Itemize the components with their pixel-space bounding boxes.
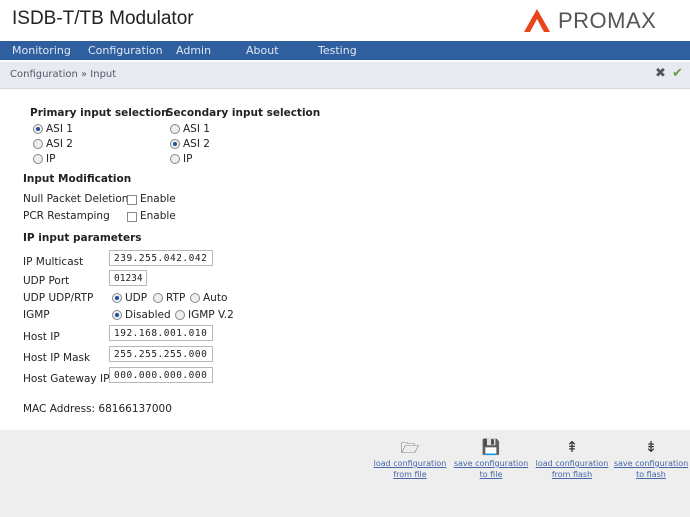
host-ip-mask-input[interactable]: 255.255.255.000 — [109, 346, 213, 362]
secondary-ip-label: IP — [183, 153, 193, 165]
action-footer: 🗁 load configuration from file 💾 save co… — [0, 430, 690, 517]
folder-open-icon: 🗁 — [400, 439, 420, 457]
null-packet-checkbox[interactable] — [127, 195, 137, 205]
udp-rtp-label: UDP UDP/RTP — [23, 292, 94, 304]
host-gateway-label: Host Gateway IP — [23, 373, 110, 385]
pcr-restamping-label: PCR Restamping — [23, 210, 110, 222]
udp-port-input[interactable]: 01234 — [109, 270, 147, 286]
udp-option-label: UDP — [125, 292, 148, 304]
ip-multicast-label: IP Multicast — [23, 256, 84, 268]
primary-asi2-radio[interactable] — [33, 139, 43, 149]
promax-logo: PROMAX — [520, 6, 685, 36]
app-header: ISDB-T/TB Modulator PROMAX — [0, 0, 690, 40]
pcr-restamping-checkbox[interactable] — [127, 212, 137, 222]
auto-radio[interactable] — [190, 293, 200, 303]
igmp-disabled-radio[interactable] — [112, 310, 122, 320]
apply-check-icon[interactable]: ✔ — [672, 66, 683, 81]
promax-logo-icon — [524, 9, 550, 32]
load-config-from-flash-button[interactable]: ⇞ load configuration from flash — [533, 438, 611, 480]
load-config-from-file-button[interactable]: 🗁 load configuration from file — [371, 438, 449, 480]
primary-ip-label: IP — [46, 153, 56, 165]
host-ip-mask-label: Host IP Mask — [23, 352, 91, 364]
secondary-asi1-label: ASI 1 — [183, 123, 210, 135]
close-icon[interactable]: ✖ — [655, 66, 666, 81]
breadcrumb-bar: Configuration » Input ✖ ✔ — [0, 62, 690, 89]
main-menu: Monitoring Configuration Admin About Tes… — [0, 41, 690, 60]
action-label-line2: to flash — [636, 470, 666, 479]
ip-params-title: IP input parameters — [23, 232, 142, 244]
action-label-line1: load configuration — [535, 459, 609, 468]
floppy-disk-icon: 💾 — [481, 438, 501, 456]
secondary-asi2-label: ASI 2 — [183, 138, 210, 150]
primary-input-title: Primary input selection — [30, 107, 169, 119]
secondary-input-title: Secondary input selection — [166, 107, 321, 119]
menu-testing[interactable]: Testing — [318, 44, 357, 57]
host-ip-input[interactable]: 192.168.001.010 — [109, 325, 213, 341]
igmp-v2-label: IGMP V.2 — [188, 309, 234, 321]
igmp-label: IGMP — [23, 309, 50, 321]
primary-asi1-label: ASI 1 — [46, 123, 73, 135]
primary-asi1-radio[interactable] — [33, 124, 43, 134]
action-label-line1: save configuration — [613, 459, 689, 468]
action-label-line2: to file — [479, 470, 503, 479]
menu-admin[interactable]: Admin — [176, 44, 211, 57]
null-packet-enable-label: Enable — [140, 193, 176, 205]
primary-ip-radio[interactable] — [33, 154, 43, 164]
menu-about[interactable]: About — [246, 44, 279, 57]
app-title: ISDB-T/TB Modulator — [12, 8, 194, 29]
action-label-line2: from flash — [551, 470, 593, 479]
udp-port-label: UDP Port — [23, 275, 70, 287]
flash-upload-icon: ⇞ — [565, 438, 579, 456]
menu-monitoring[interactable]: Monitoring — [12, 44, 71, 57]
igmp-v2-radio[interactable] — [175, 310, 185, 320]
host-gateway-input[interactable]: 000.000.000.000 — [109, 367, 213, 383]
input-modification-title: Input Modification — [23, 173, 132, 185]
null-packet-label: Null Packet Deletion — [23, 193, 129, 205]
action-label-line1: save configuration — [453, 459, 529, 468]
action-label-line1: load configuration — [373, 459, 447, 468]
primary-asi2-label: ASI 2 — [46, 138, 73, 150]
menu-configuration[interactable]: Configuration — [88, 44, 163, 57]
igmp-disabled-label: Disabled — [125, 309, 171, 321]
breadcrumb: Configuration » Input — [10, 69, 117, 80]
save-config-to-file-button[interactable]: 💾 save configuration to file — [452, 438, 530, 480]
rtp-radio[interactable] — [153, 293, 163, 303]
pcr-enable-label: Enable — [140, 210, 176, 222]
rtp-option-label: RTP — [166, 292, 186, 304]
secondary-ip-radio[interactable] — [170, 154, 180, 164]
host-ip-label: Host IP — [23, 331, 60, 343]
ip-multicast-input[interactable]: 239.255.042.042 — [109, 250, 213, 266]
secondary-asi1-radio[interactable] — [170, 124, 180, 134]
action-label-line2: from file — [393, 470, 427, 479]
secondary-asi2-radio[interactable] — [170, 139, 180, 149]
save-config-to-flash-button[interactable]: ⇟ save configuration to flash — [612, 438, 690, 480]
logo-text: PROMAX — [558, 8, 657, 33]
mac-address: MAC Address: 68166137000 — [23, 403, 172, 415]
flash-download-icon: ⇟ — [644, 438, 658, 456]
udp-radio[interactable] — [112, 293, 122, 303]
auto-option-label: Auto — [203, 292, 228, 304]
